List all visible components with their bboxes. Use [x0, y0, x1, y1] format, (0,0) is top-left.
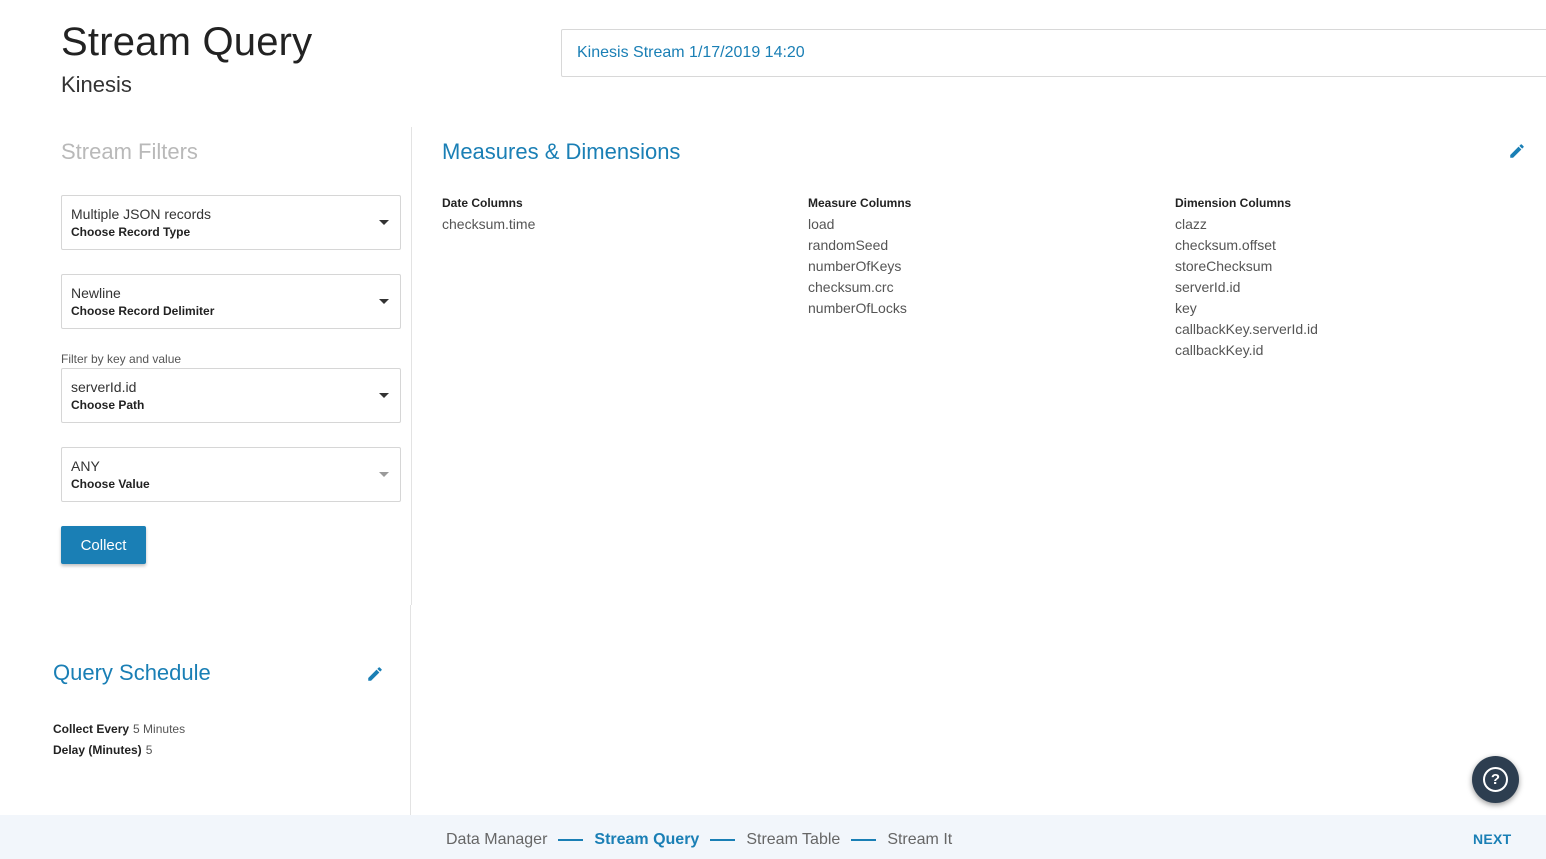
- dimension-columns: Dimension Columns clazz checksum.offset …: [1175, 196, 1505, 361]
- step-stream-query[interactable]: Stream Query: [594, 831, 699, 849]
- caret-down-icon: [379, 393, 389, 398]
- collect-every-value: 5 Minutes: [133, 722, 186, 736]
- collect-button[interactable]: Collect: [61, 526, 146, 564]
- column-item: checksum.offset: [1175, 237, 1276, 253]
- step-data-manager[interactable]: Data Manager: [446, 831, 547, 849]
- delay-label: Delay (Minutes): [53, 743, 142, 757]
- column-item: key: [1175, 300, 1197, 316]
- panel-divider: [411, 127, 412, 605]
- step-connector: [558, 839, 584, 841]
- column-item: serverId.id: [1175, 279, 1241, 295]
- stream-filters-title: Stream Filters: [61, 139, 198, 164]
- record-type-label: Choose Record Type: [71, 225, 191, 239]
- measure-columns-header: Measure Columns: [808, 196, 912, 210]
- value-select[interactable]: ANY Choose Value: [61, 447, 401, 502]
- wizard-steps: Data Manager Stream Query Stream Table S…: [446, 831, 952, 849]
- collect-every-row: Collect Every 5 Minutes: [53, 722, 185, 736]
- value-value: ANY: [71, 458, 100, 474]
- date-columns: Date Columns checksum.time: [442, 196, 772, 235]
- step-connector: [851, 839, 877, 841]
- path-value: serverId.id: [71, 379, 137, 395]
- measures-dimensions-title: Measures & Dimensions: [442, 139, 681, 164]
- step-stream-it[interactable]: Stream It: [887, 831, 952, 849]
- help-button[interactable]: ?: [1472, 756, 1519, 803]
- edit-schedule-icon[interactable]: [366, 665, 384, 683]
- column-item: clazz: [1175, 216, 1207, 232]
- caret-down-icon: [379, 220, 389, 225]
- record-type-value: Multiple JSON records: [71, 206, 212, 222]
- collect-every-label: Collect Every: [53, 722, 130, 736]
- dimension-columns-header: Dimension Columns: [1175, 196, 1292, 210]
- query-schedule-title: Query Schedule: [53, 660, 211, 685]
- caret-down-icon: [379, 299, 389, 304]
- step-stream-table[interactable]: Stream Table: [746, 831, 840, 849]
- column-item: load: [808, 216, 835, 232]
- column-item: callbackKey.id: [1175, 342, 1264, 358]
- step-connector: [710, 839, 736, 841]
- wizard-footer: Data Manager Stream Query Stream Table S…: [0, 815, 1546, 859]
- column-item: checksum.time: [442, 216, 536, 232]
- column-item: storeChecksum: [1175, 258, 1273, 274]
- column-item: checksum.crc: [808, 279, 894, 295]
- stream-name-field[interactable]: Kinesis Stream 1/17/2019 14:20: [561, 29, 1546, 77]
- filter-caption: Filter by key and value: [61, 352, 182, 366]
- record-type-select[interactable]: Multiple JSON records Choose Record Type: [61, 195, 401, 250]
- path-label: Choose Path: [71, 398, 145, 412]
- column-item: numberOfKeys: [808, 258, 902, 274]
- next-button[interactable]: NEXT: [1473, 831, 1512, 847]
- path-select[interactable]: serverId.id Choose Path: [61, 368, 401, 423]
- panel-divider: [410, 605, 411, 815]
- measure-columns: Measure Columns load randomSeed numberOf…: [808, 196, 1138, 319]
- column-item: callbackKey.serverId.id: [1175, 321, 1318, 337]
- column-item: randomSeed: [808, 237, 889, 253]
- edit-measures-icon[interactable]: [1508, 142, 1526, 160]
- page-subtitle: Kinesis: [61, 72, 132, 97]
- delay-row: Delay (Minutes) 5: [53, 743, 152, 757]
- record-delimiter-value: Newline: [71, 285, 121, 301]
- record-delimiter-label: Choose Record Delimiter: [71, 304, 215, 318]
- date-columns-header: Date Columns: [442, 196, 523, 210]
- help-icon: ?: [1483, 767, 1508, 792]
- page-title: Stream Query: [61, 20, 313, 64]
- caret-down-icon: [379, 472, 389, 477]
- stream-query-page: Stream Query Kinesis Kinesis Stream 1/17…: [0, 0, 1546, 859]
- value-label: Choose Value: [71, 477, 150, 491]
- column-item: numberOfLocks: [808, 300, 907, 316]
- record-delimiter-select[interactable]: Newline Choose Record Delimiter: [61, 274, 401, 329]
- delay-value: 5: [145, 743, 153, 757]
